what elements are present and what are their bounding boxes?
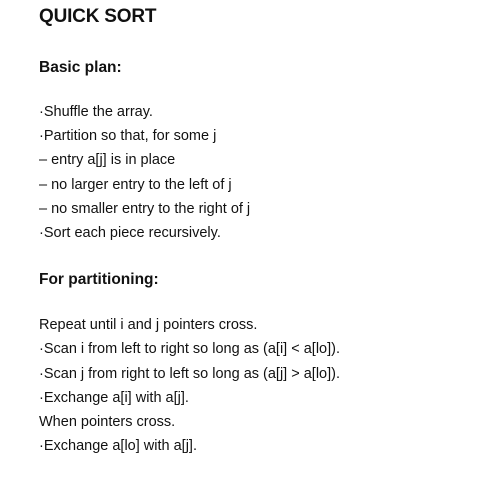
section-heading-basic-plan: Basic plan:	[39, 59, 122, 76]
text-line: – no larger entry to the left of j	[39, 177, 232, 193]
text-line: ·Partition so that, for some j	[39, 128, 217, 144]
text-line: ·Shuffle the array.	[39, 104, 153, 120]
text-line: ·Exchange a[lo] with a[j].	[39, 438, 197, 454]
text-line: ·Scan i from left to right so long as (a…	[39, 341, 341, 357]
text-line: ·Sort each piece recursively.	[39, 225, 221, 241]
text-line: – no smaller entry to the right of j	[39, 201, 251, 217]
text-line: – entry a[j] is in place	[39, 152, 176, 168]
page-title: QUICK SORT	[39, 6, 157, 27]
text-line: Repeat until i and j pointers cross.	[39, 317, 258, 333]
section-heading-for-partitioning: For partitioning:	[39, 271, 159, 288]
text-line: ·Scan j from right to left so long as (a…	[39, 366, 341, 382]
document-page: QUICK SORT Basic plan: ·Shuffle the arra…	[0, 0, 483, 478]
text-line: When pointers cross.	[39, 414, 176, 430]
text-line: ·Exchange a[i] with a[j].	[39, 390, 189, 406]
